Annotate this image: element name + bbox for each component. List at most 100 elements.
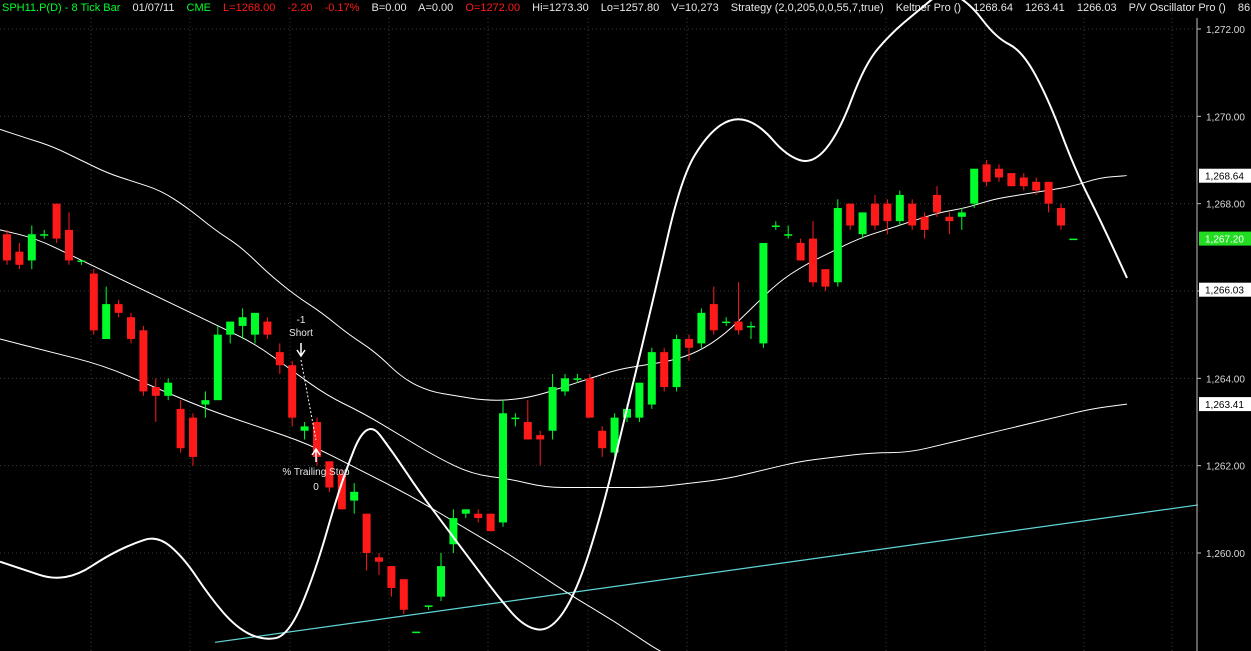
candle-body (424, 605, 433, 607)
candle[interactable] (523, 400, 532, 440)
candle[interactable] (201, 391, 210, 418)
candle-body (1019, 177, 1028, 187)
candle[interactable] (1019, 173, 1028, 191)
candle[interactable] (238, 308, 247, 340)
candle[interactable] (1057, 203, 1065, 230)
candle-body (114, 304, 123, 313)
candle[interactable] (685, 334, 693, 361)
candle[interactable] (387, 566, 396, 597)
candle[interactable] (65, 212, 73, 265)
candle[interactable] (561, 373, 569, 396)
candle[interactable] (809, 221, 817, 287)
candle[interactable] (251, 312, 259, 344)
candle[interactable] (399, 579, 408, 615)
candle[interactable] (697, 308, 706, 348)
candle[interactable] (846, 203, 855, 230)
exit-qty-label: 0 (313, 482, 319, 493)
candle[interactable] (89, 269, 98, 335)
price-chart[interactable]: -1 Short % Trailing Stop 0 1,260.00 1,262… (0, 0, 1251, 651)
candle[interactable] (127, 312, 135, 344)
candle-body (437, 566, 445, 597)
candle[interactable] (300, 422, 309, 440)
candle[interactable] (970, 168, 979, 209)
candle[interactable] (424, 605, 433, 610)
candle[interactable] (263, 317, 272, 340)
candle[interactable] (226, 321, 235, 344)
candle[interactable] (139, 325, 148, 396)
candle[interactable] (52, 203, 61, 243)
candle[interactable] (672, 334, 681, 392)
candle[interactable] (821, 269, 830, 291)
candle[interactable] (660, 347, 669, 392)
candle[interactable] (102, 286, 111, 340)
candle-body (65, 229, 73, 261)
candle[interactable] (275, 343, 284, 374)
candle[interactable] (461, 509, 470, 519)
candle[interactable] (722, 317, 731, 326)
candle[interactable] (895, 190, 904, 226)
candle[interactable] (164, 378, 173, 401)
candle[interactable] (933, 186, 941, 217)
candle[interactable] (771, 221, 780, 230)
candle[interactable] (511, 413, 520, 427)
candles[interactable] (3, 160, 1078, 634)
candle[interactable] (598, 426, 607, 457)
candle-body (995, 168, 1003, 178)
candle-body (536, 435, 545, 440)
price-tag: 1,268.64 (1199, 168, 1251, 183)
candle[interactable] (747, 321, 755, 340)
candle[interactable] (375, 553, 383, 575)
candle[interactable] (288, 360, 297, 427)
candle[interactable] (858, 212, 867, 239)
candle-body (771, 225, 780, 227)
candle[interactable] (437, 553, 445, 602)
candle-body (102, 304, 111, 340)
candle[interactable] (486, 513, 495, 532)
candle[interactable] (995, 164, 1003, 182)
candle[interactable] (548, 373, 557, 440)
candle[interactable] (3, 229, 11, 265)
price-axis[interactable]: 1,260.001,262.001,264.001,266.001,268.00… (1196, 18, 1251, 651)
candle[interactable] (499, 400, 507, 527)
candle[interactable] (536, 430, 545, 466)
candle[interactable] (77, 260, 86, 265)
candle[interactable] (15, 242, 24, 270)
candle[interactable] (449, 509, 458, 553)
candle[interactable] (635, 382, 644, 422)
candle-body (151, 387, 160, 396)
candle[interactable] (1007, 173, 1016, 187)
candle[interactable] (176, 400, 185, 453)
candle[interactable] (474, 509, 483, 523)
candle[interactable] (647, 347, 656, 409)
candle[interactable] (40, 229, 49, 239)
candle[interactable] (957, 208, 966, 230)
candle[interactable] (982, 160, 991, 187)
candle[interactable] (151, 378, 160, 422)
candle[interactable] (709, 286, 718, 335)
candle[interactable] (313, 417, 321, 466)
candle[interactable] (796, 238, 805, 261)
candle[interactable] (350, 483, 359, 514)
candle-body (573, 378, 582, 380)
candle-body (982, 164, 991, 182)
candle[interactable] (362, 513, 371, 571)
candle[interactable] (189, 413, 197, 466)
chart-window[interactable]: SPH11.P(D) - 8 Tick Bar 01/07/11 CME L=1… (0, 0, 1251, 651)
candle[interactable] (734, 282, 743, 335)
keltner-middle-line (0, 229, 1128, 489)
candle[interactable] (1069, 238, 1078, 241)
candle[interactable] (945, 212, 954, 235)
candle[interactable] (908, 199, 917, 230)
candle[interactable] (114, 299, 123, 318)
candle[interactable] (585, 373, 594, 418)
candle[interactable] (759, 242, 768, 348)
price-tag: 1,263.41 (1199, 397, 1251, 412)
candle[interactable] (1044, 181, 1053, 213)
candle[interactable] (784, 225, 793, 239)
candle[interactable] (27, 225, 36, 270)
candle[interactable] (871, 194, 879, 230)
candle[interactable] (412, 631, 421, 634)
candle[interactable] (213, 325, 222, 401)
candle[interactable] (883, 199, 892, 235)
candle[interactable] (833, 199, 842, 287)
